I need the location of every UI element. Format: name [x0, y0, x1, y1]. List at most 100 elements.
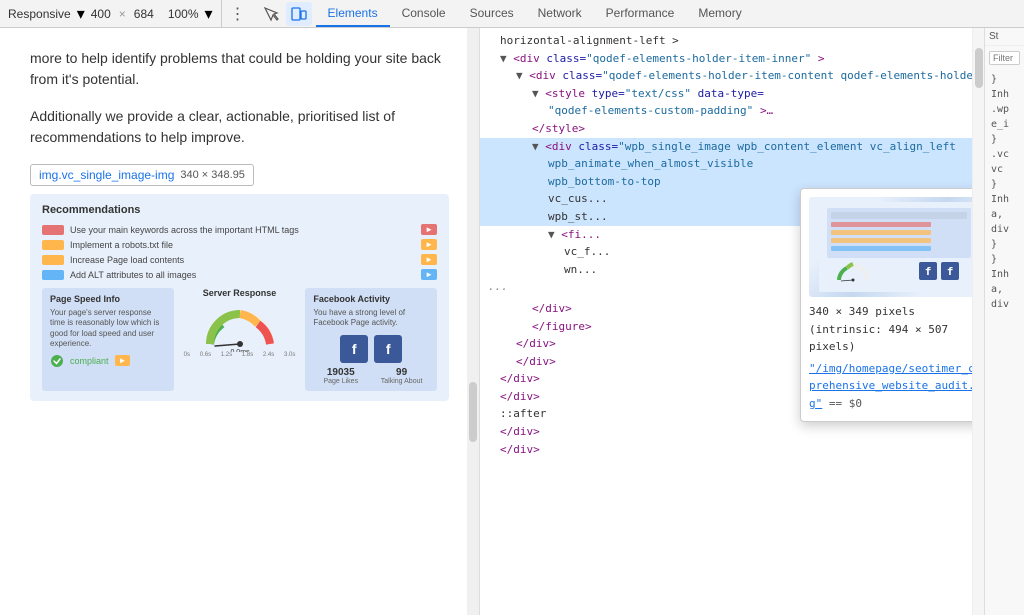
device-toolbar-button[interactable] [286, 2, 312, 26]
main-content: more to help identify problems that coul… [0, 28, 1024, 615]
expand-triangle-icon: ▼ [532, 140, 545, 153]
fb-stat-talking: 99 Talking About [374, 367, 429, 385]
rec-btn-0[interactable]: ► [421, 224, 437, 235]
img-tooltip-badge[interactable]: img.vc_single_image-img 340 × 348.95 [30, 164, 254, 186]
page-speed-action-btn[interactable]: ► [115, 355, 131, 366]
img-class-label: img.vc_single_image-img [39, 168, 174, 182]
tree-line[interactable]: wpb_animate_when_almost_visible [480, 155, 972, 173]
style-panel: St } Inh .wp e_i } .vc vc } Inh a, div }… [984, 28, 1024, 615]
tab-sources[interactable]: Sources [458, 0, 526, 27]
tooltip-src-line: "/img/homepage/seotimer_comprehensive_we… [809, 360, 972, 413]
tree-line[interactable]: </div> [480, 423, 972, 441]
preview-paragraph-1: more to help identify problems that coul… [30, 48, 449, 90]
style-filter-label: St [985, 28, 1024, 46]
responsive-selector[interactable]: Responsive [8, 7, 71, 21]
img-dimensions: 340 × 348.95 [180, 169, 245, 181]
rec-btn-1[interactable]: ► [421, 239, 437, 250]
rec-badge-0 [42, 225, 64, 235]
server-response-box: Server Response 0.0ms 0s0.6s1.2s1.8s2.4s… [182, 288, 298, 391]
style-row: .vc [987, 147, 1022, 162]
tooltip-image-preview: f f [809, 197, 972, 297]
fb-stat-likes: 19035 Page Likes [313, 367, 368, 385]
preview-scrollbar-thumb [469, 382, 477, 442]
page-speed-title: Page Speed Info [50, 294, 166, 304]
style-row: } [987, 132, 1022, 147]
tree-line[interactable]: horizontal-alignment-left > [480, 32, 972, 50]
style-row: e_i [987, 117, 1022, 132]
rec-row-1: Implement a robots.txt file ► [42, 239, 437, 250]
style-filter-input[interactable] [989, 51, 1020, 65]
tab-performance[interactable]: Performance [594, 0, 687, 27]
elements-panel: horizontal-alignment-left > ▼ <div class… [480, 28, 1024, 615]
tree-line[interactable]: ▼ <div class="qodef-elements-holder-item… [480, 50, 972, 68]
style-row: Inh [987, 192, 1022, 207]
rec-text-2: Increase Page load contents [70, 255, 415, 265]
tooltip-dims-text: 340 × 349 pixels (intrinsic: 494 × 507 p… [809, 303, 972, 356]
elements-tree-inner: horizontal-alignment-left > ▼ <div class… [480, 28, 972, 462]
fb-icons-row: f f [313, 335, 429, 363]
style-row: a, [987, 207, 1022, 222]
facebook-box: Facebook Activity You have a strong leve… [305, 288, 437, 391]
style-row: } [987, 177, 1022, 192]
rec-row-2: Increase Page load contents ► [42, 254, 437, 265]
tab-network[interactable]: Network [526, 0, 594, 27]
svg-text:f: f [947, 265, 954, 278]
tab-memory[interactable]: Memory [686, 0, 753, 27]
compliant-text: compliant [70, 356, 109, 366]
more-options-button[interactable]: ⋮ [222, 4, 254, 24]
zoom-dropdown-arrow: ▾ [205, 4, 213, 24]
toolbar-icon-group [254, 2, 316, 26]
rec-btn-3[interactable]: ► [421, 269, 437, 280]
style-row: } [987, 72, 1022, 87]
style-filter-input-container [985, 46, 1024, 68]
tabs-row: Elements Console Sources Network Perform… [316, 0, 1024, 27]
style-row: } [987, 237, 1022, 252]
preview-text-block-2: Additionally we provide a clear, actiona… [30, 106, 449, 148]
page-speed-text: Your page's server response time is reas… [50, 308, 166, 350]
viewport-width[interactable]: 400 [91, 7, 111, 21]
device-icon [291, 6, 307, 22]
tab-console[interactable]: Console [390, 0, 458, 27]
checkmark-icon [50, 354, 64, 368]
style-entries: } Inh .wp e_i } .vc vc } Inh a, div } } … [985, 68, 1024, 316]
tree-line[interactable]: ▼ <style type="text/css" data-type= [480, 85, 972, 103]
fb-talking-label: Talking About [374, 378, 429, 385]
fb-icon-1: f [340, 335, 368, 363]
preview-text-block-1: more to help identify problems that coul… [30, 48, 449, 90]
fb-title: Facebook Activity [313, 294, 429, 304]
tooltip-eq: == $0 [829, 397, 862, 410]
fb-talking-count: 99 [374, 367, 429, 378]
expand-triangle-icon: ▼ [548, 228, 561, 241]
style-row: .wp [987, 102, 1022, 117]
tree-scrollbar-thumb [975, 48, 983, 88]
tree-line[interactable]: </div> [480, 441, 972, 459]
rec-title: Recommendations [42, 204, 437, 216]
rec-btn-2[interactable]: ► [421, 254, 437, 265]
rec-text-1: Implement a robots.txt file [70, 240, 415, 250]
zoom-selector[interactable]: 100% [168, 7, 199, 21]
tab-elements[interactable]: Elements [316, 0, 390, 27]
viewport-height[interactable]: 684 [134, 7, 154, 21]
dropdown-arrow-icon: ▾ [77, 4, 85, 24]
rec-badge-2 [42, 255, 64, 265]
recommendations-widget: Recommendations Use your main keywords a… [30, 194, 449, 401]
expand-triangle-icon: ▼ [500, 52, 513, 65]
gauge-labels: 0s0.6s1.2s1.8s2.4s3.0s [184, 352, 296, 358]
elements-tree: horizontal-alignment-left > ▼ <div class… [480, 28, 972, 615]
expand-triangle-icon: ▼ [532, 87, 545, 100]
rec-text-3: Add ALT attributes to all images [70, 270, 415, 280]
tree-line-selected[interactable]: ▼ <div class="wpb_single_image wpb_conte… [480, 138, 972, 156]
inspect-element-button[interactable] [258, 2, 284, 26]
tree-line[interactable]: ▼ <div class="qodef-elements-holder-item… [480, 67, 972, 85]
style-row: div [987, 222, 1022, 237]
tree-scrollbar[interactable] [972, 28, 984, 615]
tree-line[interactable]: </style> [480, 120, 972, 138]
fb-stats-row: 19035 Page Likes 99 Talking About [313, 367, 429, 385]
preview-paragraph-2: Additionally we provide a clear, actiona… [30, 106, 449, 148]
expand-triangle-icon: ▼ [516, 69, 529, 82]
rec-text-0: Use your main keywords across the import… [70, 225, 415, 235]
tree-line[interactable]: "qodef-elements-custom-padding" >… [480, 102, 972, 120]
preview-scrollbar[interactable] [467, 28, 479, 615]
page-speed-box: Page Speed Info Your page's server respo… [42, 288, 174, 391]
browser-preview: more to help identify problems that coul… [0, 28, 480, 615]
